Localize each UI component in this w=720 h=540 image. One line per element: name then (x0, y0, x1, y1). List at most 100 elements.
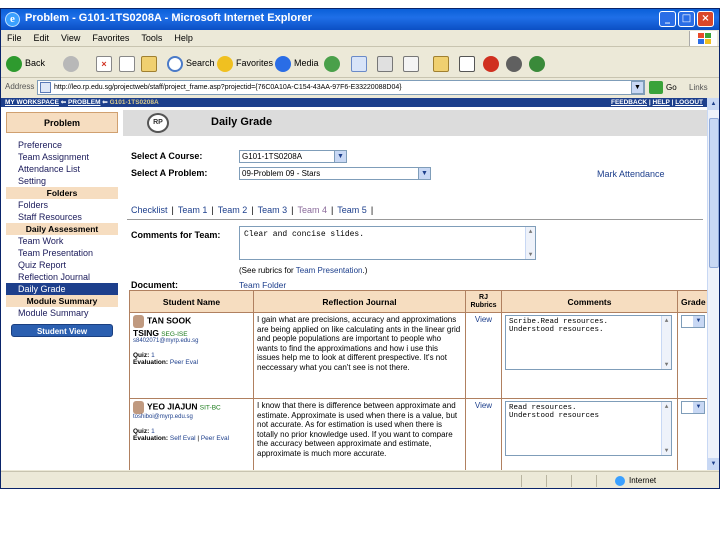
nav-feedback[interactable]: FEEDBACK (611, 99, 647, 106)
close-button[interactable]: × (697, 11, 714, 27)
messenger-button[interactable] (483, 53, 502, 73)
view-rubrics-link[interactable]: View (475, 401, 492, 410)
scroll-up-arrow-icon[interactable]: ▲ (708, 98, 719, 110)
top-navigation: MY WORKSPACE ⇐ PROBLEM ⇐ G101-1TS0208A F… (1, 98, 707, 107)
view-rubrics-link[interactable]: View (475, 315, 492, 324)
favorites-button[interactable]: Favorites (217, 53, 273, 73)
menu-favorites[interactable]: Favorites (86, 30, 135, 43)
sidebar-item-team-work[interactable]: Team Work (6, 235, 118, 247)
sidebar-item-daily-grade[interactable]: Daily Grade (6, 283, 118, 295)
menu-file[interactable]: File (1, 30, 28, 43)
forward-button[interactable] (63, 53, 82, 73)
sidebar-item-setting[interactable]: Setting (6, 175, 118, 187)
student-view-button[interactable]: Student View (11, 324, 113, 337)
home-button[interactable] (141, 53, 157, 73)
nav-current-course: G101-1TS0208A (109, 99, 159, 106)
sidebar-item-folders[interactable]: Folders (6, 199, 118, 211)
page-icon (40, 82, 51, 93)
history-button[interactable] (324, 53, 343, 73)
back-button[interactable]: Back (6, 53, 45, 73)
sidebar-item-module-summary[interactable]: Module Summary (6, 307, 118, 319)
research-button[interactable] (529, 53, 548, 73)
tab-team-4[interactable]: Team 4 (297, 205, 327, 215)
team-tabs: Checklist | Team 1 | Team 2 | Team 3 | Team 4 | Te… (131, 205, 374, 215)
grade-select[interactable]: ▼ (681, 315, 705, 328)
chevron-down-icon: ▼ (693, 316, 704, 327)
table-header-row: Student Name Reflection Journal RJ Rubri… (129, 290, 708, 313)
search-icon (167, 55, 183, 72)
mark-attendance-link[interactable]: Mark Attendance (597, 169, 665, 179)
menu-tools[interactable]: Tools (135, 30, 168, 43)
header-reflection-journal: Reflection Journal (253, 290, 466, 313)
scroll-thumb[interactable] (709, 118, 719, 268)
media-button[interactable]: Media (275, 53, 319, 73)
tab-checklist[interactable]: Checklist (131, 205, 168, 215)
folder-button[interactable] (433, 53, 449, 73)
address-input[interactable]: http://leo.rp.edu.sg/projectweb/staff/pr… (37, 80, 645, 95)
team-folder-link[interactable]: Team Folder (239, 280, 286, 290)
menu-view[interactable]: View (55, 30, 86, 43)
problem-select[interactable]: 09-Problem 09 - Stars ▼ (239, 167, 431, 180)
evaluation-label: Evaluation: (133, 435, 169, 442)
student-comment-textarea[interactable]: Read resources. Understood resources ▲ ▼ (505, 401, 672, 456)
page-scrollbar[interactable]: ▲ ▼ (707, 98, 719, 470)
browser-window: e Problem - G101-1TS0208A - Microsoft In… (0, 8, 720, 489)
maximize-button[interactable]: □ (678, 11, 695, 27)
forward-arrow-icon (63, 55, 79, 72)
header-comments: Comments (501, 290, 678, 313)
go-button[interactable]: Go (666, 83, 677, 92)
tab-team-2[interactable]: Team 2 (218, 205, 248, 215)
sidebar-item-quiz-report[interactable]: Quiz Report (6, 259, 118, 271)
rp-logo: RP (147, 113, 169, 133)
go-arrow-icon[interactable] (649, 81, 663, 94)
sidebar-item-team-presentation[interactable]: Team Presentation (6, 247, 118, 259)
quiz-link[interactable]: 1 (151, 352, 155, 359)
menu-edit[interactable]: Edit (28, 30, 56, 43)
edit-button[interactable] (403, 53, 419, 73)
sidebar-item-preference[interactable]: Preference (6, 139, 118, 151)
menu-help[interactable]: Help (168, 30, 199, 43)
student-comment-textarea[interactable]: Scribe.Read resources. Understood resour… (505, 315, 672, 370)
links-button[interactable]: Links (689, 83, 708, 92)
search-button[interactable]: Search (167, 53, 215, 73)
rubrics-note: (See rubrics for Team Presentation.) (239, 266, 368, 275)
textarea-scrollbar[interactable]: ▲ ▼ (661, 316, 671, 369)
nav-logout[interactable]: LOGOUT (675, 99, 703, 106)
team-presentation-rubrics-link[interactable]: Team Presentation (296, 266, 363, 275)
header-rj-rubrics: RJ Rubrics (465, 290, 502, 313)
minimize-button[interactable]: _ (659, 11, 676, 27)
mail-button[interactable] (351, 53, 367, 73)
tab-team-5[interactable]: Team 5 (337, 205, 367, 215)
nav-problem[interactable]: PROBLEM (68, 99, 101, 106)
nav-my-workspace[interactable]: MY WORKSPACE (5, 99, 59, 106)
address-dropdown-button[interactable]: ▼ (631, 81, 644, 94)
table-row: YEO JIAJUN SIT-BC toshiboi@myrp.edu.sg Q… (129, 398, 708, 470)
course-label: Select A Course: (131, 151, 203, 161)
sidebar-item-team-assignment[interactable]: Team Assignment (6, 151, 118, 163)
self-eval-link[interactable]: Self Eval (170, 435, 196, 442)
grade-select[interactable]: ▼ (681, 401, 705, 414)
tools-button[interactable] (506, 53, 525, 73)
sidebar-item-attendance-list[interactable]: Attendance List (6, 163, 118, 175)
team-comments-textarea[interactable]: Clear and concise slides. ▲ ▼ (239, 226, 536, 260)
peer-eval-link[interactable]: Peer Eval (170, 359, 198, 366)
reflection-cell: I gain what are precisions, accuracy and… (253, 312, 466, 399)
page-title: Daily Grade (211, 116, 273, 128)
scroll-down-arrow-icon[interactable]: ▼ (708, 458, 719, 470)
stop-button[interactable]: × (96, 53, 112, 73)
refresh-button[interactable] (119, 53, 135, 73)
sidebar-item-reflection-journal[interactable]: Reflection Journal (6, 271, 118, 283)
tab-team-3[interactable]: Team 3 (258, 205, 288, 215)
nav-help[interactable]: HELP (653, 99, 670, 106)
document-button[interactable] (459, 53, 475, 73)
quiz-link[interactable]: 1 (151, 428, 155, 435)
peer-eval-link[interactable]: Peer Eval (201, 435, 229, 442)
textarea-scrollbar[interactable]: ▲ ▼ (661, 402, 671, 455)
print-button[interactable] (377, 53, 393, 73)
sidebar-item-staff-resources[interactable]: Staff Resources (6, 211, 118, 223)
quiz-label: Quiz: (133, 428, 150, 435)
course-select[interactable]: G101-1TS0208A ▼ (239, 150, 347, 163)
header-grade: Grade (677, 290, 708, 313)
textarea-scrollbar[interactable]: ▲ ▼ (525, 227, 535, 259)
tab-team-1[interactable]: Team 1 (178, 205, 208, 215)
